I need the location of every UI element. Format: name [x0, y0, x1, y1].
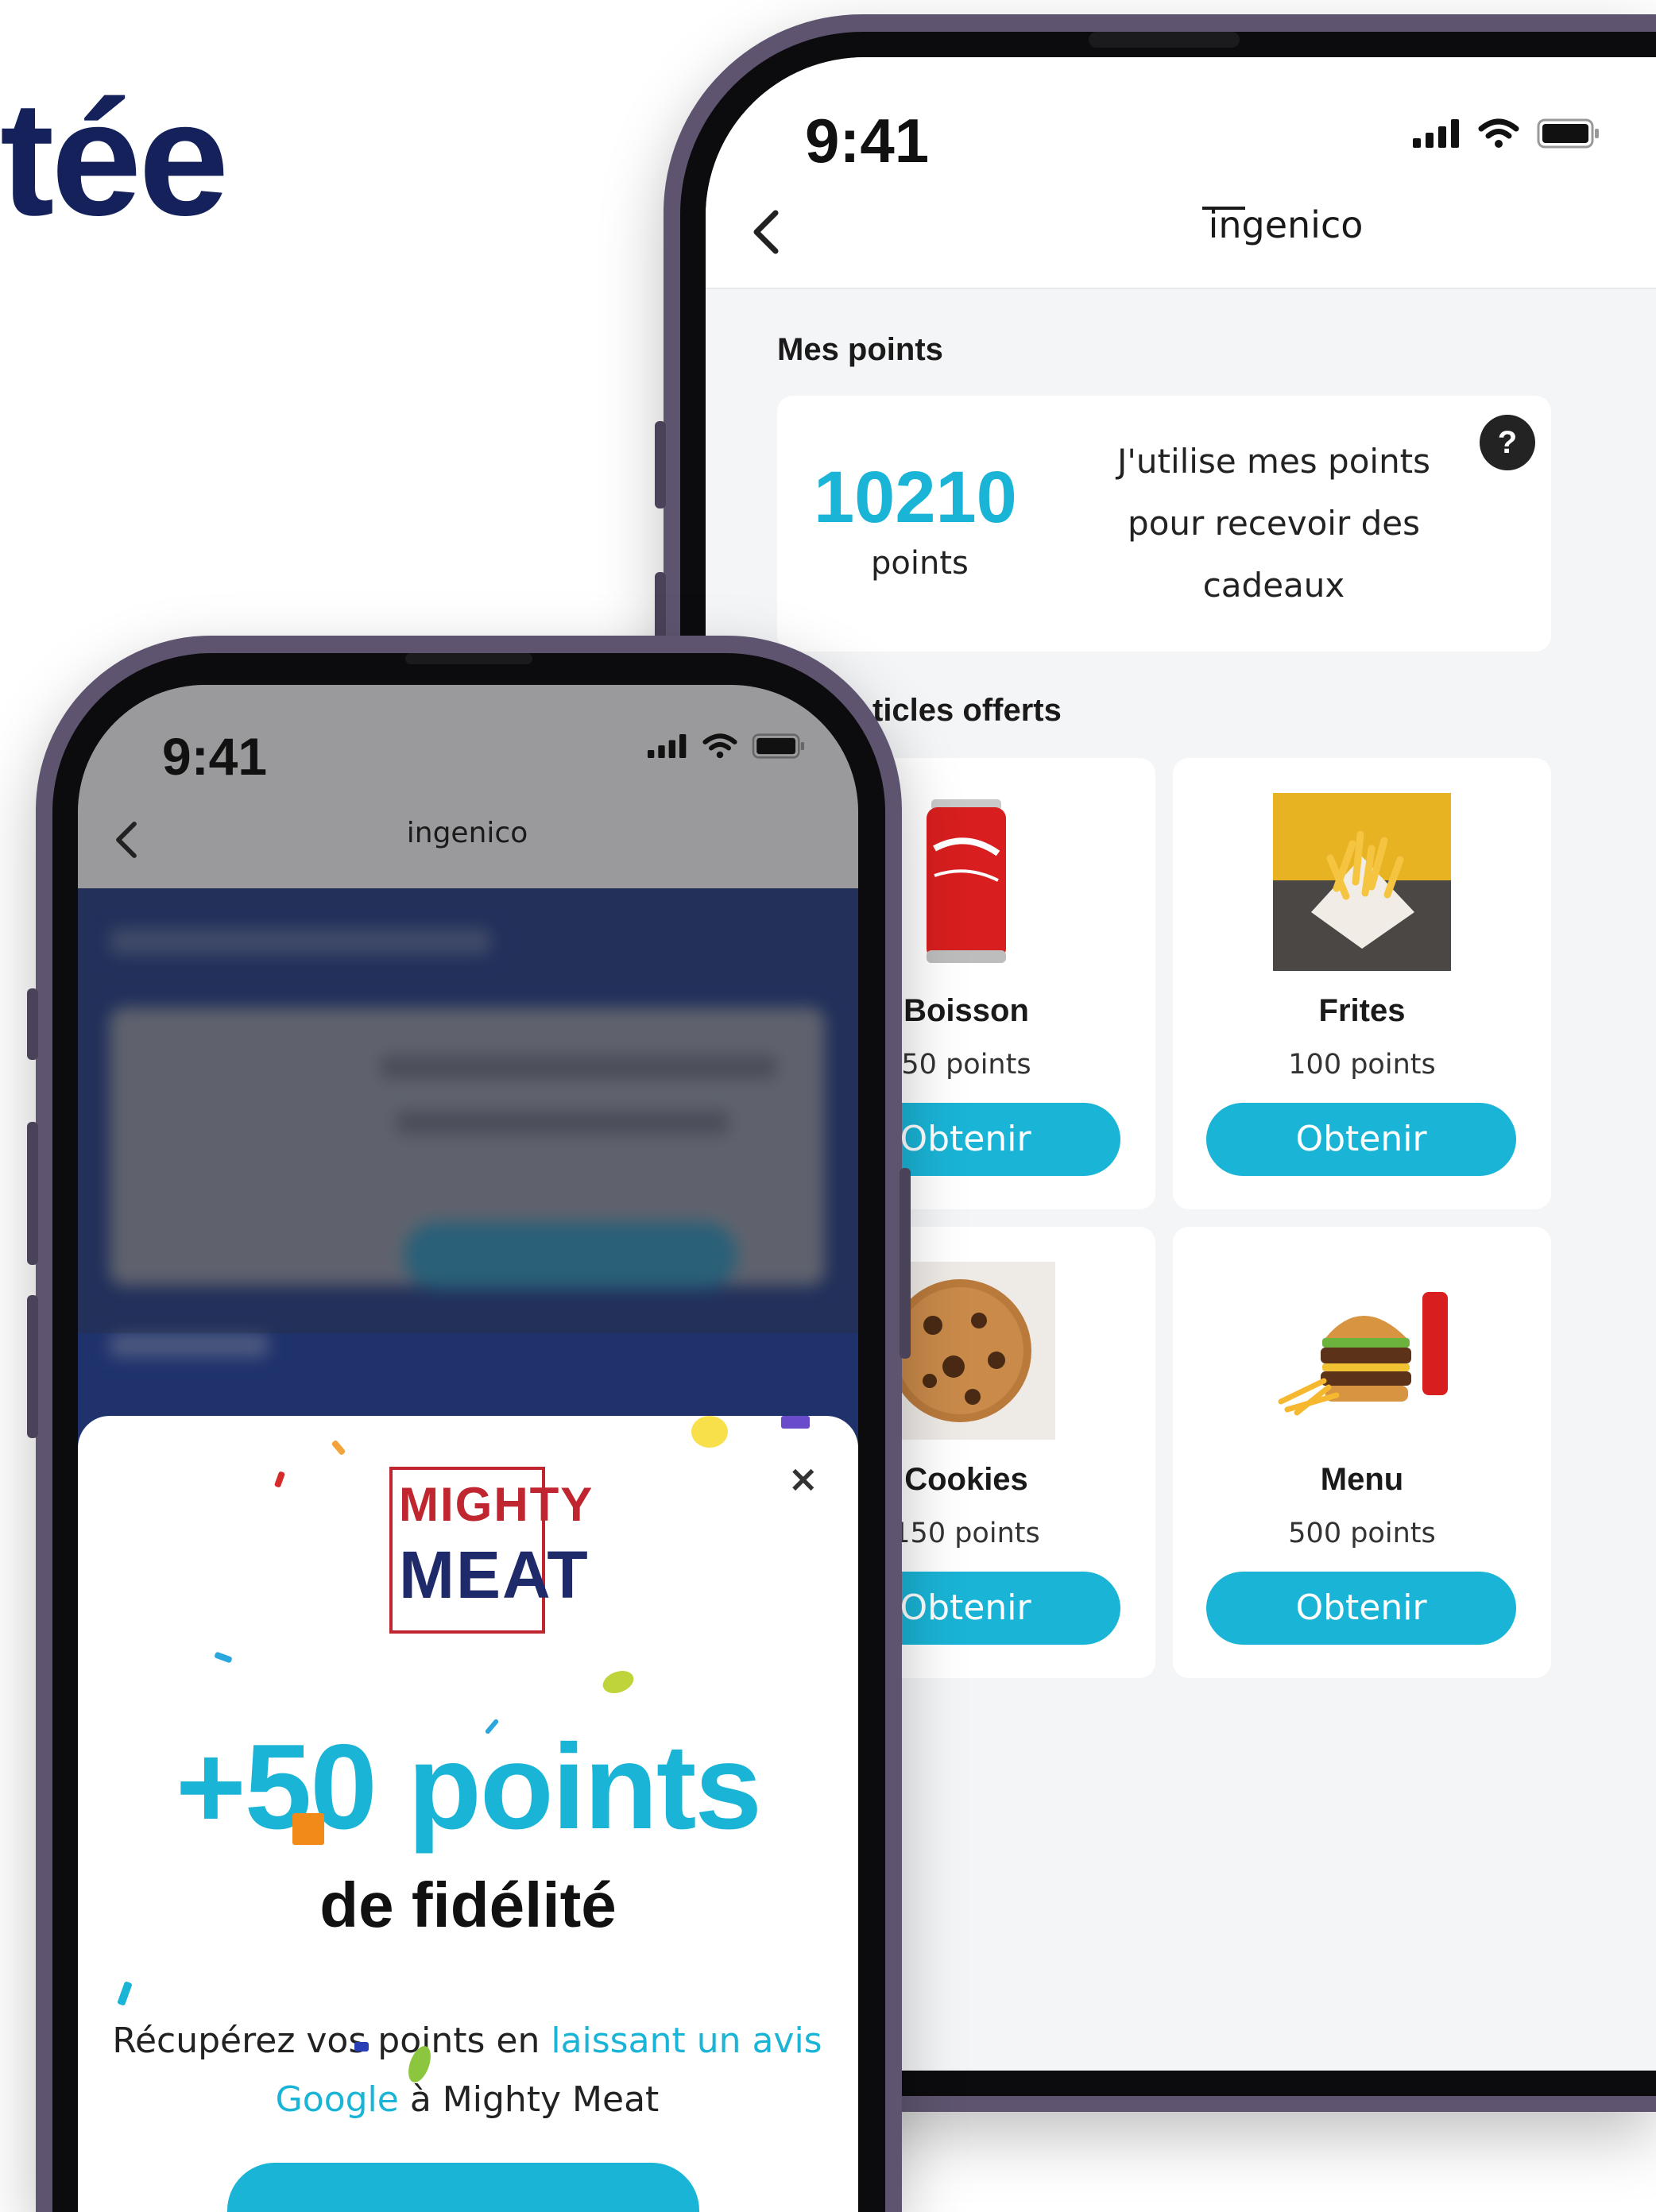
- message-suffix: à Mighty Meat: [398, 2079, 660, 2120]
- battery-icon: [752, 733, 804, 759]
- confetti-piece: [781, 1416, 810, 1429]
- soda-can-icon: [927, 799, 1006, 963]
- use-points-link[interactable]: J'utilise mes points pour recevoir des c…: [1095, 431, 1453, 617]
- back-chevron-icon[interactable]: [750, 208, 782, 256]
- reward-name: Frites: [1318, 993, 1406, 1028]
- review-cta-button[interactable]: [227, 2163, 699, 2212]
- signal-icon: [648, 734, 687, 758]
- burger-menu-icon: [1278, 1292, 1448, 1416]
- confetti-piece: [273, 1471, 286, 1488]
- points-balance: 10210: [814, 457, 1017, 538]
- help-icon[interactable]: ?: [1480, 415, 1535, 470]
- reward-cost: 500 points: [1288, 1518, 1436, 1549]
- logo-text-bottom: MEAT: [399, 1537, 590, 1612]
- confetti-piece: [214, 1651, 233, 1664]
- power-button: [900, 1168, 911, 1359]
- speaker-notch: [1089, 32, 1240, 48]
- confetti-piece: [354, 2042, 369, 2052]
- volume-button: [655, 572, 666, 644]
- status-time: 9:41: [162, 727, 268, 786]
- rewards-section-title: ticles offerts: [872, 693, 1062, 728]
- wifi-icon: [1478, 118, 1519, 148]
- back-chevron-icon[interactable]: [113, 820, 140, 860]
- reward-name: Menu: [1320, 1462, 1404, 1497]
- modal-overlay: [78, 888, 858, 1333]
- points-section-title: Mes points: [777, 332, 943, 367]
- points-unit: points: [871, 545, 969, 582]
- status-icons: [1413, 118, 1600, 149]
- confetti-piece: [691, 1416, 728, 1448]
- obtain-button[interactable]: Obtenir: [1206, 1572, 1516, 1645]
- volume-button: [27, 1295, 38, 1438]
- brand-logo: ingenico: [1095, 200, 1476, 246]
- reward-card: Frites 100 points Obtenir: [1173, 758, 1551, 1209]
- mute-switch: [27, 988, 38, 1060]
- brand-text: ingenico: [406, 817, 528, 849]
- hero-headline: tée: [0, 68, 229, 249]
- fries-icon: [1273, 793, 1451, 971]
- message-prefix: Récupérez vos points en: [112, 2021, 551, 2061]
- obtain-button[interactable]: Obtenir: [1206, 1103, 1516, 1176]
- volume-button: [27, 1122, 38, 1265]
- front-phone-screen: 9:41 ingenico × MIGHTY MEAT +50 points d…: [78, 685, 858, 2212]
- confetti-piece: [117, 1981, 133, 2006]
- volume-button: [655, 421, 666, 509]
- points-earned-modal: × MIGHTY MEAT +50 points de fidélité Réc…: [78, 1416, 858, 2212]
- reward-card: Menu 500 points Obtenir: [1173, 1227, 1551, 1678]
- speaker-notch: [405, 653, 532, 664]
- status-icons: [647, 733, 806, 760]
- confetti-piece: [331, 1439, 346, 1456]
- review-message: Récupérez vos points en laissant un avis…: [110, 2012, 825, 2129]
- confetti-piece: [599, 1666, 637, 1698]
- status-time: 9:41: [805, 106, 930, 176]
- bonus-points-subtitle: de fidélité: [319, 1870, 617, 1940]
- mighty-meat-logo: MIGHTY MEAT: [389, 1467, 594, 1634]
- reward-cost: 100 points: [1288, 1049, 1436, 1081]
- wifi-icon: [702, 733, 737, 759]
- battery-icon: [1537, 118, 1599, 149]
- points-card: 10210 points J'utilise mes points pour r…: [777, 396, 1551, 652]
- confetti-piece: [292, 1813, 324, 1845]
- app-header: 9:41 ingenico: [706, 57, 1656, 289]
- close-icon[interactable]: ×: [787, 1457, 818, 1500]
- logo-text-top: MIGHTY: [399, 1478, 594, 1531]
- bonus-points-title: +50 points: [176, 1719, 762, 1854]
- brand-text: ingenico: [1208, 203, 1364, 246]
- app-header: 9:41 ingenico: [78, 685, 858, 888]
- signal-icon: [1413, 119, 1459, 148]
